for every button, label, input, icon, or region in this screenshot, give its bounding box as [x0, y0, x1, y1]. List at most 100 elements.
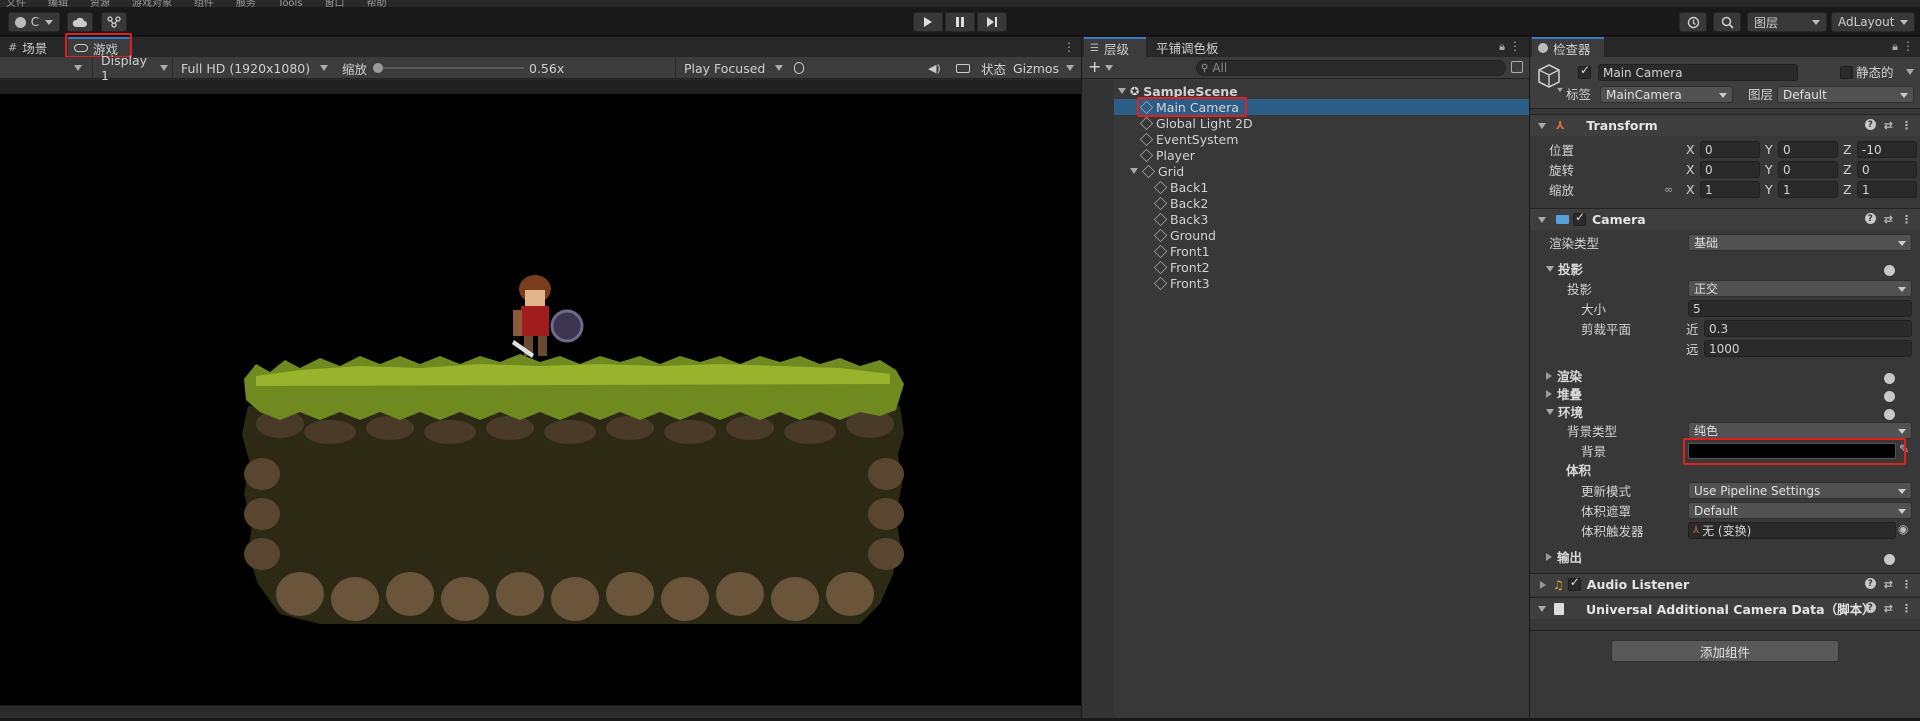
display-dropdown[interactable]: Display 1 [92, 53, 172, 83]
help-icon[interactable]: ? [1864, 578, 1876, 589]
menu-item[interactable]: 帮助 [367, 0, 387, 7]
axis-y-label[interactable]: Y [1765, 161, 1773, 178]
layer-dropdown[interactable]: Default [1777, 86, 1914, 103]
update-mode-dropdown[interactable]: Use Pipeline Settings [1688, 482, 1912, 499]
camera-enabled-toggle[interactable] [1573, 210, 1586, 226]
pause-button[interactable] [945, 12, 975, 32]
play-button[interactable] [913, 12, 943, 32]
panel-menu-icon[interactable]: ⋮ [1509, 39, 1521, 53]
menu-item[interactable]: 文件 [6, 0, 26, 7]
hierarchy-item-eventsystem[interactable]: EventSystem [1139, 131, 1238, 147]
component-menu-icon[interactable]: ⋮ [1901, 119, 1912, 132]
preset-icon[interactable]: ⇄ [1884, 578, 1893, 591]
axis-y-label[interactable]: Y [1765, 181, 1773, 198]
help-icon[interactable] [1884, 265, 1895, 276]
audio-listener-enabled-toggle[interactable] [1567, 575, 1581, 591]
axis-y-label[interactable]: Y [1765, 141, 1773, 158]
rendering-section-header[interactable]: 渲染 [1546, 367, 1582, 384]
help-icon[interactable] [1884, 373, 1895, 384]
game-viewport[interactable] [0, 94, 1081, 705]
chevron-down-icon[interactable] [1546, 265, 1554, 272]
rotation-x-field[interactable]: 0 [1700, 161, 1760, 178]
add-component-button[interactable]: 添加组件 [1611, 640, 1839, 662]
chevron-down-icon[interactable] [1538, 605, 1546, 612]
keyboard-button[interactable] [956, 57, 970, 79]
help-icon[interactable] [1884, 391, 1895, 402]
scale-slider[interactable] [373, 63, 524, 73]
help-icon[interactable]: ? [1864, 602, 1876, 613]
help-icon[interactable]: ? [1864, 213, 1876, 224]
render-type-dropdown[interactable]: 基础 [1688, 234, 1912, 251]
object-picker-icon[interactable]: ◉ [1898, 522, 1908, 536]
hierarchy-search-input[interactable]: ⚲ All [1196, 60, 1506, 76]
size-field[interactable]: 5 [1688, 300, 1912, 317]
component-menu-icon[interactable]: ⋮ [1901, 578, 1912, 591]
chevron-down-icon[interactable] [1538, 216, 1546, 223]
hierarchy-item-global-light[interactable]: Global Light 2D [1139, 115, 1253, 131]
chevron-down-icon[interactable] [1118, 88, 1126, 94]
chevron-down-icon[interactable] [1130, 168, 1138, 174]
history-button[interactable] [1679, 12, 1707, 32]
account-dropdown[interactable]: C [8, 12, 60, 32]
chevron-down-icon[interactable] [1906, 69, 1914, 75]
search-options-icon[interactable] [1511, 61, 1523, 73]
component-menu-icon[interactable]: ⋮ [1901, 213, 1912, 226]
scale-x-field[interactable]: 1 [1700, 181, 1760, 198]
game-view-dropdown[interactable] [74, 57, 86, 79]
background-type-dropdown[interactable]: 纯色 [1688, 422, 1912, 439]
menu-item[interactable]: 服务 [236, 0, 256, 7]
collab-button[interactable] [101, 12, 127, 32]
component-menu-icon[interactable]: ⋮ [1901, 602, 1912, 615]
projection-section-header[interactable]: 投影 [1546, 260, 1583, 277]
menu-item[interactable]: 资源 [90, 0, 110, 7]
scale-y-field[interactable]: 1 [1778, 181, 1838, 198]
hierarchy-item-back2[interactable]: Back2 [1153, 195, 1208, 211]
chevron-right-icon[interactable] [1546, 371, 1552, 380]
menu-item[interactable]: 窗口 [325, 0, 345, 7]
axis-z-label[interactable]: Z [1843, 161, 1852, 178]
near-field[interactable]: 0.3 [1704, 320, 1912, 337]
axis-z-label[interactable]: Z [1843, 141, 1852, 158]
layout-dropdown[interactable]: AdLayout [1831, 12, 1915, 32]
lock-icon[interactable]: 🔒︎ [1892, 40, 1898, 54]
scale-z-field[interactable]: 1 [1857, 181, 1917, 198]
help-icon[interactable] [1884, 554, 1895, 565]
projection-dropdown[interactable]: 正交 [1688, 280, 1912, 297]
axis-x-label[interactable]: X [1686, 141, 1695, 158]
position-x-field[interactable]: 0 [1700, 141, 1760, 158]
chevron-down-icon[interactable] [1557, 87, 1563, 93]
hierarchy-item-front3[interactable]: Front3 [1153, 275, 1210, 291]
bug-button[interactable] [794, 57, 804, 79]
position-z-field[interactable]: -10 [1857, 141, 1917, 158]
hierarchy-item-back1[interactable]: Back1 [1153, 179, 1208, 195]
menu-item[interactable]: 编辑 [48, 0, 68, 7]
chevron-right-icon[interactable] [1546, 552, 1552, 561]
static-toggle[interactable] [1840, 66, 1853, 79]
hierarchy-item-front1[interactable]: Front1 [1153, 243, 1210, 259]
stack-section-header[interactable]: 堆叠 [1546, 385, 1582, 402]
eyedropper-icon[interactable]: ✎ [1899, 442, 1909, 456]
step-button[interactable] [977, 12, 1007, 32]
panel-menu-icon[interactable]: ⋮ [1902, 39, 1914, 53]
scale-slider-thumb[interactable] [373, 63, 383, 73]
menu-item[interactable]: 游戏对象 [132, 0, 172, 7]
tab-hierarchy[interactable]: ☰ 层级 [1084, 37, 1146, 57]
cloud-button[interactable] [67, 12, 93, 32]
volume-trigger-field[interactable]: ⅄ 无 (变换) [1688, 522, 1896, 539]
chevron-right-icon[interactable] [1546, 389, 1552, 398]
chevron-down-icon[interactable] [1538, 122, 1546, 129]
menu-item[interactable]: 组件 [194, 0, 214, 7]
help-icon[interactable]: ? [1864, 119, 1876, 130]
stats-button[interactable]: 状态 [981, 57, 1006, 79]
tab-inspector[interactable]: 检查器 [1532, 37, 1604, 57]
scene-root[interactable]: ✪ SampleScene [1118, 83, 1238, 99]
layers-dropdown[interactable]: 图层 [1747, 12, 1827, 32]
chevron-right-icon[interactable] [1540, 580, 1546, 589]
environment-section-header[interactable]: 环境 [1546, 403, 1583, 420]
tab-tile-palette[interactable]: 平铺调色板 [1150, 37, 1225, 57]
search-button[interactable] [1713, 12, 1741, 32]
hierarchy-item-back3[interactable]: Back3 [1153, 211, 1208, 227]
output-section-header[interactable]: 输出 [1546, 548, 1582, 565]
panel-menu-icon[interactable]: ⋮ [1063, 40, 1075, 54]
position-y-field[interactable]: 0 [1778, 141, 1838, 158]
